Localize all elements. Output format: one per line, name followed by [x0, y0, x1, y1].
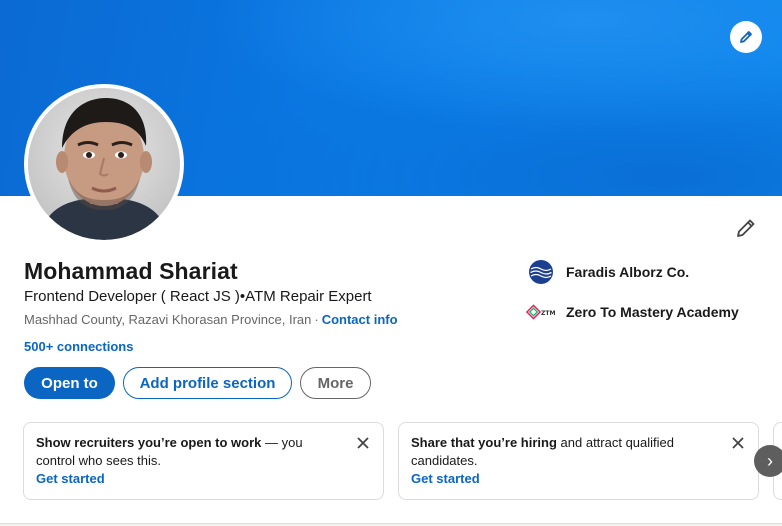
separator: ·: [314, 312, 319, 327]
edit-intro-button[interactable]: [733, 215, 759, 241]
company-name: Zero To Mastery Academy: [566, 304, 739, 320]
close-icon: [357, 437, 369, 449]
svg-text:ZTM: ZTM: [541, 310, 556, 317]
experience-item-faradis[interactable]: Faradis Alborz Co.: [526, 260, 689, 284]
chevron-right-icon: ›: [767, 450, 773, 471]
add-profile-section-button[interactable]: Add profile section: [123, 367, 292, 399]
get-started-link[interactable]: Get started: [36, 471, 105, 486]
wave-globe-logo: [526, 260, 556, 284]
dismiss-button[interactable]: [355, 435, 371, 451]
close-icon: [732, 437, 744, 449]
ztm-logo: ZTM: [526, 300, 556, 324]
connections-link[interactable]: 500+ connections: [24, 339, 133, 354]
promo-bold-text: Show recruiters you’re open to work: [36, 435, 262, 450]
company-logo-icon: [529, 260, 553, 284]
open-to-work-card: Show recruiters you’re open to work — yo…: [23, 422, 384, 500]
profile-headline: Frontend Developer ( React JS )•ATM Repa…: [24, 288, 372, 305]
promo-text: Share that you’re hiring and attract qua…: [411, 434, 711, 470]
edit-banner-button[interactable]: [730, 21, 762, 53]
contact-info-link[interactable]: Contact info: [322, 312, 398, 327]
get-started-link[interactable]: Get started: [411, 471, 480, 486]
avatar: [28, 88, 180, 240]
experience-item-ztm[interactable]: ZTM Zero To Mastery Academy: [526, 300, 739, 324]
profile-location: Mashhad County, Razavi Khorasan Province…: [24, 312, 312, 327]
company-logo-icon: ZTM: [526, 304, 556, 320]
carousel-next-button[interactable]: ›: [754, 445, 782, 477]
promo-bold-text: Share that you’re hiring: [411, 435, 557, 450]
dismiss-button[interactable]: [730, 435, 746, 451]
promo-text: Show recruiters you’re open to work — yo…: [36, 434, 336, 470]
profile-photo[interactable]: [24, 84, 184, 244]
pencil-icon: [737, 219, 755, 237]
company-name: Faradis Alborz Co.: [566, 264, 690, 280]
profile-name: Mohammad Shariat: [24, 258, 238, 284]
more-button[interactable]: More: [300, 367, 371, 399]
open-to-button[interactable]: Open to: [24, 367, 115, 399]
location-row: Mashhad County, Razavi Khorasan Province…: [24, 312, 398, 327]
profile-card: Mohammad Shariat Frontend Developer ( Re…: [0, 0, 782, 524]
hiring-card: Share that you’re hiring and attract qua…: [398, 422, 759, 500]
pencil-icon: [740, 31, 752, 43]
